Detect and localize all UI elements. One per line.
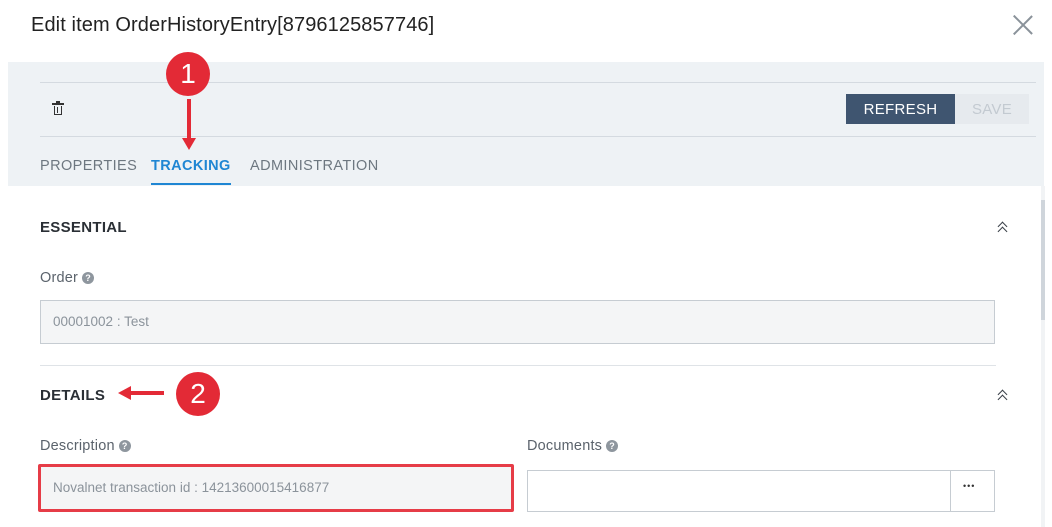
documents-field[interactable]	[527, 470, 951, 512]
tab-tracking[interactable]: TRACKING	[151, 158, 231, 185]
description-label: Description?	[40, 438, 131, 454]
documents-browse-button[interactable]	[951, 470, 995, 512]
section-title-details: DETAILS	[40, 387, 106, 404]
annotation-badge-1: 1	[166, 52, 210, 96]
scrollbar-thumb[interactable]	[1041, 200, 1045, 320]
save-button: SAVE	[955, 94, 1029, 124]
order-label-text: Order	[40, 270, 79, 286]
documents-label-text: Documents	[527, 438, 603, 454]
description-field[interactable]: Novalnet transaction id : 14213600015416…	[40, 466, 512, 510]
dialog-title: Edit item OrderHistoryEntry[879612585774…	[31, 14, 435, 36]
annotation-badge-2: 2	[176, 372, 220, 416]
section-divider	[40, 365, 996, 366]
help-icon[interactable]: ?	[82, 272, 95, 284]
scrollbar[interactable]	[1041, 186, 1045, 527]
section-title-essential: ESSENTIAL	[40, 219, 127, 236]
annotation-arrow-down	[187, 99, 191, 141]
close-icon[interactable]	[1012, 14, 1034, 36]
help-icon[interactable]: ?	[118, 440, 131, 452]
collapse-details-icon[interactable]	[997, 389, 1008, 405]
description-label-text: Description	[40, 438, 115, 454]
order-label: Order?	[40, 270, 95, 286]
annotation-arrow-left-head	[118, 386, 131, 400]
tab-properties[interactable]: PROPERTIES	[40, 158, 137, 174]
annotation-arrow-down-head	[182, 138, 196, 150]
documents-label: Documents?	[527, 438, 619, 454]
help-icon[interactable]: ?	[606, 440, 619, 452]
dialog-header: Edit item OrderHistoryEntry[879612585774…	[0, 0, 1052, 62]
toolbar-area: REFRESH SAVE PROPERTIES TRACKING ADMINIS…	[8, 62, 1044, 186]
trash-icon[interactable]	[52, 101, 64, 115]
annotation-arrow-left	[130, 391, 164, 395]
refresh-button[interactable]: REFRESH	[846, 94, 955, 124]
order-field[interactable]: 00001002 : Test	[40, 300, 995, 344]
collapse-essential-icon[interactable]	[997, 221, 1008, 237]
tab-administration[interactable]: ADMINISTRATION	[250, 158, 379, 174]
